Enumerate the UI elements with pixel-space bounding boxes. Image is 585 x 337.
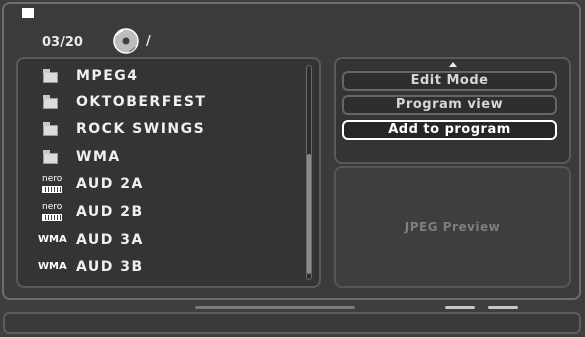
list-item[interactable]: nero AUD 2A bbox=[18, 173, 303, 197]
divider bbox=[195, 306, 355, 309]
preview-label: JPEG Preview bbox=[404, 220, 501, 234]
nero-audio-icon: nero bbox=[42, 175, 66, 194]
file-list-scrollbar[interactable] bbox=[306, 65, 312, 280]
list-item-label: WMA bbox=[76, 149, 121, 165]
list-item-label: ROCK SWINGS bbox=[76, 121, 206, 137]
list-item[interactable]: WMA AUD 3B bbox=[18, 256, 303, 280]
edit-mode-button[interactable]: Edit Mode bbox=[342, 71, 557, 91]
folder-icon bbox=[42, 94, 66, 112]
folder-icon bbox=[42, 149, 66, 167]
list-item-label: AUD 3B bbox=[76, 259, 144, 275]
wma-file-icon: WMA bbox=[38, 234, 67, 245]
divider bbox=[488, 306, 518, 309]
list-item[interactable]: WMA AUD 3A bbox=[18, 229, 303, 253]
list-item-label: MPEG4 bbox=[76, 68, 139, 84]
list-item[interactable]: ROCK SWINGS bbox=[18, 118, 303, 142]
file-list-panel: MPEG4 OKTOBERFEST ROCK SWINGS WMA nero A… bbox=[16, 57, 321, 288]
program-view-button[interactable]: Program view bbox=[342, 95, 557, 115]
track-counter: 03/20 bbox=[42, 35, 83, 50]
status-bar bbox=[3, 312, 581, 334]
current-path: / bbox=[146, 34, 151, 49]
list-item-label: AUD 2A bbox=[76, 176, 144, 192]
list-item-label: AUD 2B bbox=[76, 204, 144, 220]
list-item-label: OKTOBERFEST bbox=[76, 94, 207, 110]
list-item[interactable]: nero AUD 2B bbox=[18, 201, 303, 225]
wma-file-icon: WMA bbox=[38, 261, 67, 272]
scroll-up-arrow-icon[interactable] bbox=[449, 62, 457, 67]
nero-audio-icon: nero bbox=[42, 203, 66, 222]
list-item[interactable]: OKTOBERFEST bbox=[18, 91, 303, 115]
divider bbox=[445, 306, 475, 309]
stop-indicator-icon bbox=[22, 8, 34, 18]
list-item[interactable]: WMA bbox=[18, 146, 303, 170]
folder-icon bbox=[42, 68, 66, 86]
list-item-label: AUD 3A bbox=[76, 232, 144, 248]
scroll-thumb[interactable] bbox=[307, 154, 311, 274]
folder-icon bbox=[42, 121, 66, 139]
add-to-program-button[interactable]: Add to program bbox=[342, 120, 557, 140]
list-item[interactable]: MPEG4 bbox=[18, 65, 303, 89]
options-panel: Edit Mode Program view Add to program bbox=[334, 57, 571, 164]
jpeg-preview-panel: JPEG Preview bbox=[334, 166, 571, 288]
disc-icon bbox=[113, 28, 139, 54]
